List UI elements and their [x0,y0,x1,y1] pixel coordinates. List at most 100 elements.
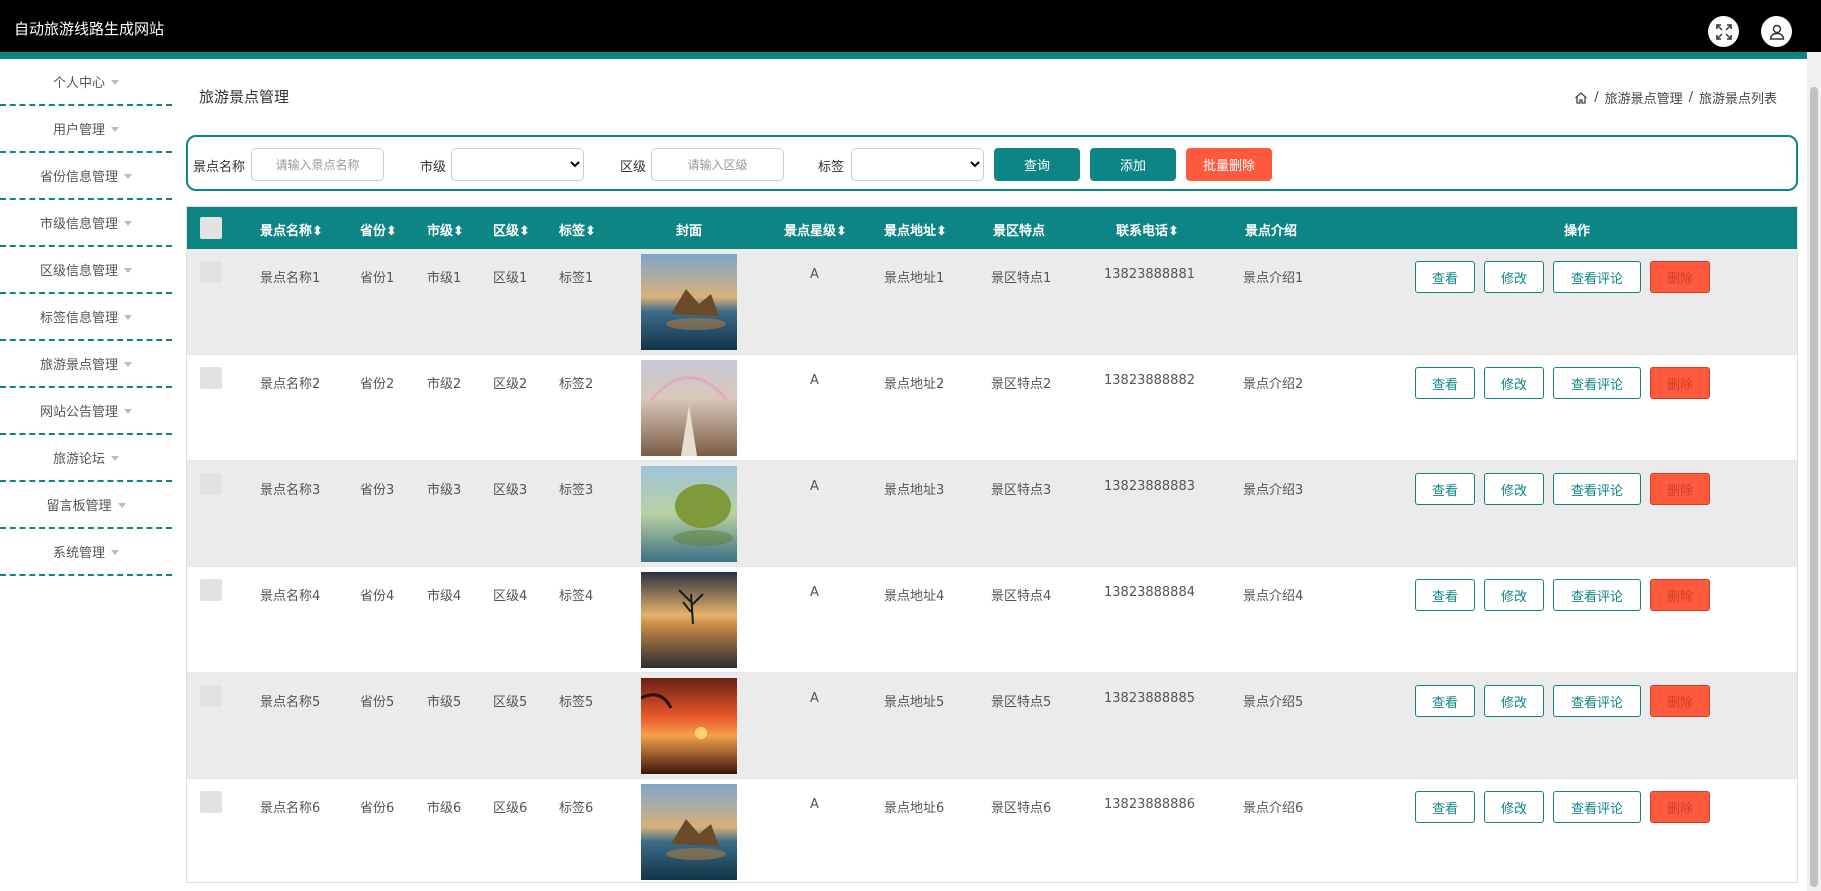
cover-image [641,466,737,562]
table-row: 景点名称3 省份3 市级3 区级3 标签3 A 景点地址3 景区特点3 1382… [187,461,1797,567]
caret-down-icon [111,80,119,85]
delete-button[interactable]: 删除 [1650,261,1710,293]
page-scrollbar[interactable] [1807,52,1821,891]
column-header-cover: 封面 [676,224,703,239]
caret-down-icon [117,503,126,508]
sidebar-item-personal-center[interactable]: 个人中心 [0,59,172,106]
row-checkbox[interactable] [200,367,222,389]
cell-province: 省份1 [360,271,395,286]
view-comments-button[interactable]: 查看评论 [1553,367,1641,399]
row-checkbox[interactable] [200,579,222,601]
delete-button[interactable]: 删除 [1650,473,1710,505]
view-button[interactable]: 查看 [1415,473,1475,505]
cell-intro: 景点介绍3 [1243,483,1304,498]
sidebar-item-province[interactable]: 省份信息管理 [0,153,172,200]
name-search-input[interactable] [251,148,384,181]
sidebar-item-users[interactable]: 用户管理 [0,106,172,153]
delete-button[interactable]: 删除 [1650,367,1710,399]
city-select[interactable] [451,148,584,181]
sidebar-item-district[interactable]: 区级信息管理 [0,247,172,294]
view-button[interactable]: 查看 [1415,791,1475,823]
page-title: 旅游景点管理 [199,88,290,106]
cell-feature: 景区特点3 [991,483,1052,498]
view-button[interactable]: 查看 [1415,261,1475,293]
cell-tag: 标签3 [559,483,594,498]
sidebar-item-message-board[interactable]: 留言板管理 [0,482,172,529]
column-header-district[interactable]: 区级⬍ [493,220,530,239]
view-comments-button[interactable]: 查看评论 [1553,685,1641,717]
delete-button[interactable]: 删除 [1650,791,1710,823]
table-header: 景点名称⬍ 省份⬍ 市级⬍ 区级⬍ 标签⬍ 封面 景点星级⬍ 景点地址⬍ 景区特… [187,207,1797,249]
table-row: 景点名称1 省份1 市级1 区级1 标签1 A 景点地址1 景区特点1 1382… [187,249,1797,355]
tag-select[interactable] [851,148,984,181]
batch-delete-button[interactable]: 批量删除 [1186,148,1272,181]
column-header-phone[interactable]: 联系电话⬍ [1116,220,1179,239]
sort-icon: ⬍ [1168,224,1179,239]
column-header-tag[interactable]: 标签⬍ [559,220,596,239]
delete-button[interactable]: 删除 [1650,579,1710,611]
district-search-input[interactable] [651,148,784,181]
sidebar-item-forum[interactable]: 旅游论坛 [0,435,172,482]
edit-button[interactable]: 修改 [1484,685,1544,717]
view-button[interactable]: 查看 [1415,685,1475,717]
view-comments-button[interactable]: 查看评论 [1553,791,1641,823]
select-all-checkbox[interactable] [200,217,222,239]
breadcrumb-item[interactable]: 旅游景点管理 [1605,88,1683,107]
caret-down-icon [124,362,132,367]
user-icon[interactable] [1761,16,1792,47]
cell-phone: 13823888882 [1104,373,1195,388]
home-icon[interactable] [1574,91,1588,105]
cell-intro: 景点介绍6 [1243,801,1304,816]
cell-tag: 标签2 [559,377,594,392]
cell-district: 区级6 [493,801,528,816]
sidebar-item-system[interactable]: 系统管理 [0,529,172,576]
sidebar-item-announcements[interactable]: 网站公告管理 [0,388,172,435]
sort-icon: ⬍ [312,224,323,239]
cell-address: 景点地址1 [884,271,945,286]
cell-feature: 景区特点6 [991,801,1052,816]
cell-feature: 景区特点1 [991,271,1052,286]
sidebar-item-tags[interactable]: 标签信息管理 [0,294,172,341]
edit-button[interactable]: 修改 [1484,473,1544,505]
add-button[interactable]: 添加 [1090,148,1176,181]
expand-icon[interactable] [1708,16,1739,47]
sidebar-item-label: 系统管理 [52,546,105,561]
cell-intro: 景点介绍2 [1243,377,1304,392]
sidebar-item-city[interactable]: 市级信息管理 [0,200,172,247]
row-checkbox[interactable] [200,685,222,707]
column-header-star[interactable]: 景点星级⬍ [784,220,847,239]
view-button[interactable]: 查看 [1415,579,1475,611]
scrollbar-thumb[interactable] [1810,87,1818,887]
cell-district: 区级4 [493,589,528,604]
district-label: 区级 [620,160,647,175]
cover-image [641,784,737,880]
view-button[interactable]: 查看 [1415,367,1475,399]
edit-button[interactable]: 修改 [1484,791,1544,823]
row-checkbox[interactable] [200,791,222,813]
sidebar-item-attractions[interactable]: 旅游景点管理 [0,341,172,388]
edit-button[interactable]: 修改 [1484,579,1544,611]
column-header-province[interactable]: 省份⬍ [360,220,397,239]
row-checkbox[interactable] [200,473,222,495]
row-checkbox[interactable] [200,261,222,283]
view-comments-button[interactable]: 查看评论 [1553,261,1641,293]
sidebar-item-label: 区级信息管理 [39,264,118,279]
sort-icon: ⬍ [585,224,596,239]
sidebar-item-label: 旅游景点管理 [39,358,118,373]
delete-button[interactable]: 删除 [1650,685,1710,717]
column-header-address[interactable]: 景点地址⬍ [884,220,947,239]
view-comments-button[interactable]: 查看评论 [1553,473,1641,505]
column-header-name[interactable]: 景点名称⬍ [260,220,323,239]
cell-phone: 13823888885 [1104,691,1195,706]
edit-button[interactable]: 修改 [1484,261,1544,293]
query-button[interactable]: 查询 [994,148,1080,181]
column-header-city[interactable]: 市级⬍ [427,220,464,239]
table-row: 景点名称5 省份5 市级5 区级5 标签5 A 景点地址5 景区特点5 1382… [187,673,1797,779]
caret-down-icon [111,550,119,555]
view-comments-button[interactable]: 查看评论 [1553,579,1641,611]
edit-button[interactable]: 修改 [1484,367,1544,399]
breadcrumb-separator: / [1688,90,1693,105]
cell-tag: 标签5 [559,695,594,710]
sidebar-item-label: 标签信息管理 [39,311,118,326]
sort-icon: ⬍ [836,224,847,239]
